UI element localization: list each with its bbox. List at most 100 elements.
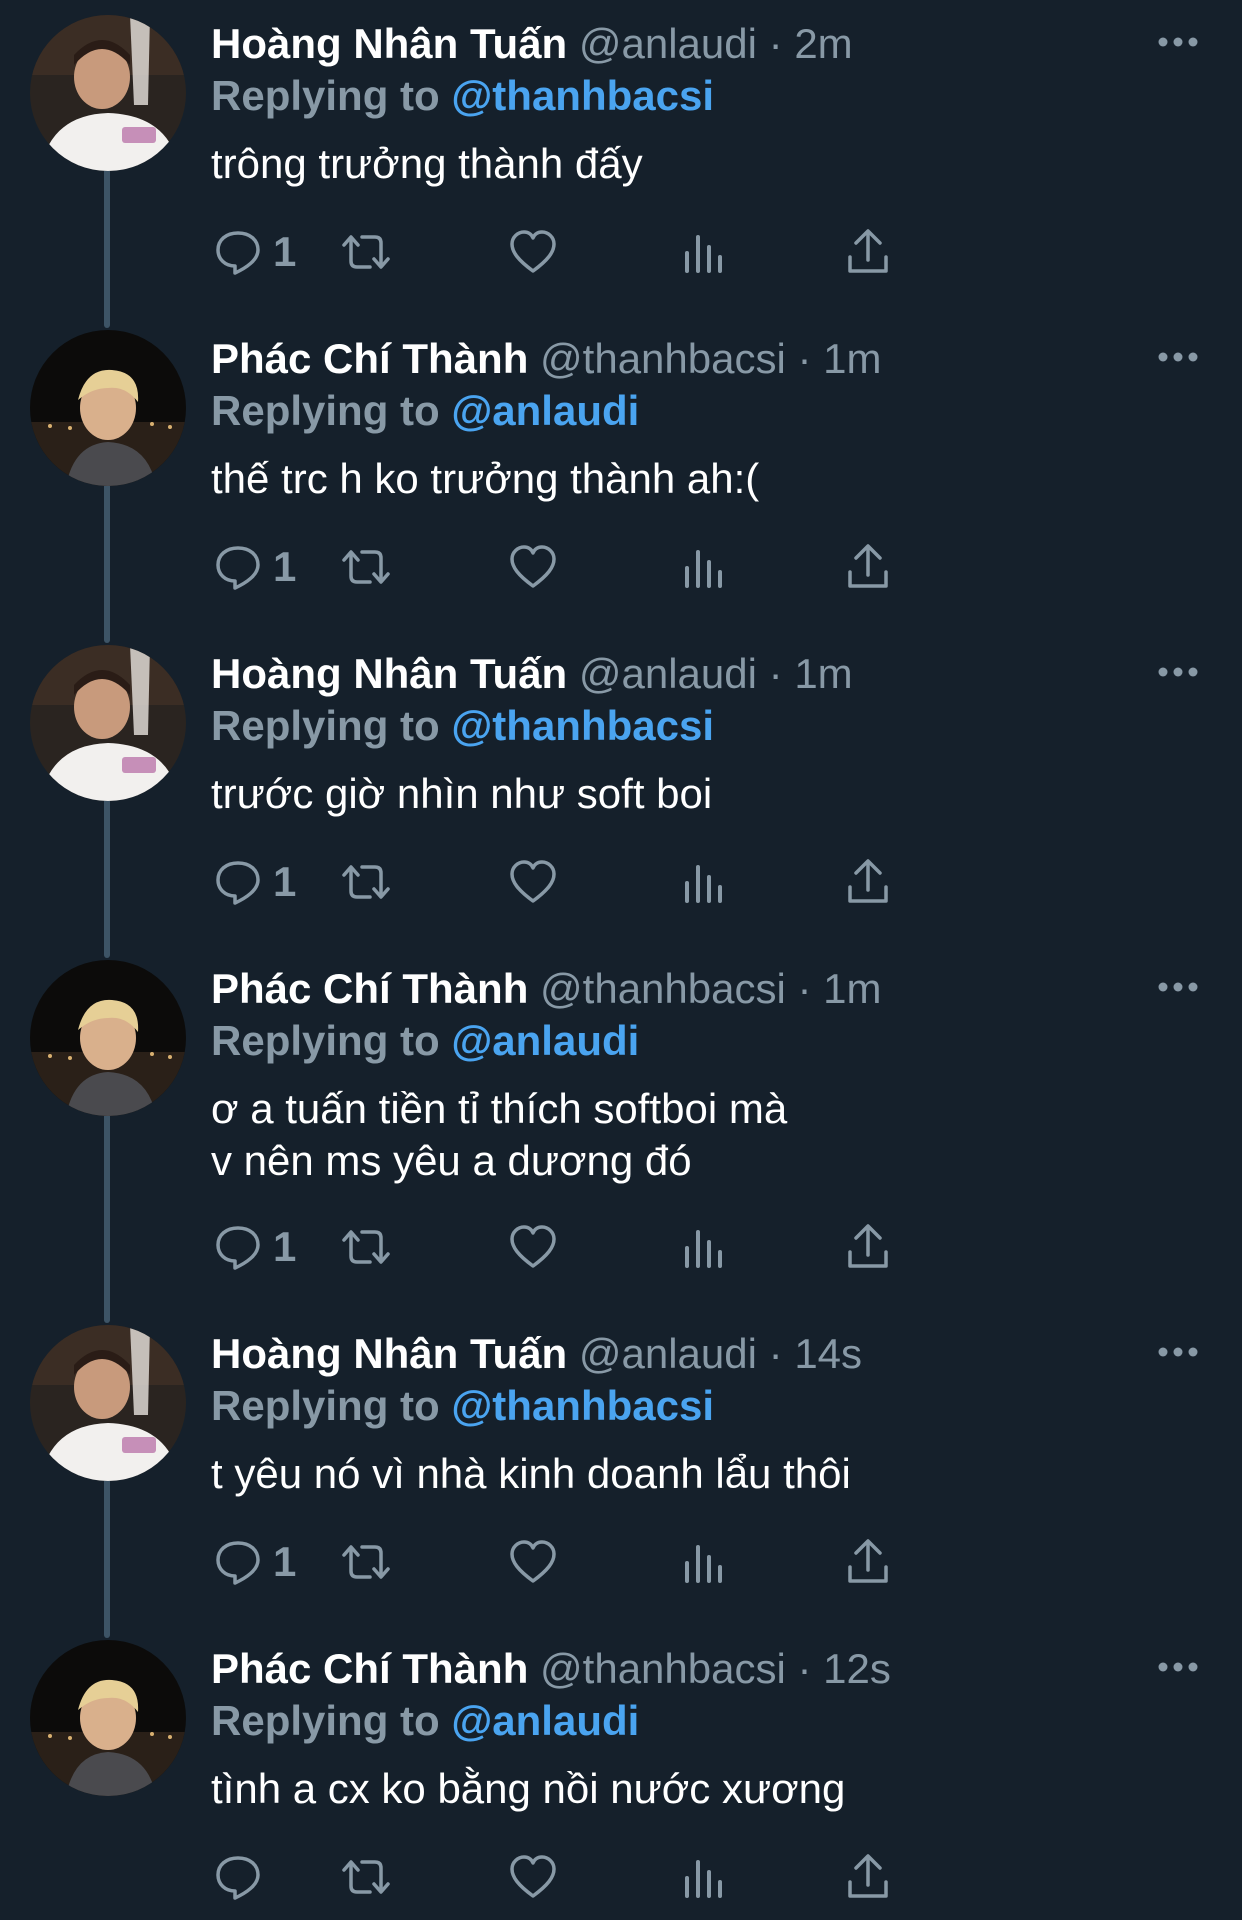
like-button[interactable]	[508, 852, 558, 912]
more-button[interactable]	[1155, 1657, 1201, 1677]
retweet-button[interactable]	[338, 1847, 394, 1907]
replying-to-handle-link[interactable]: @thanhbacsi	[451, 1382, 714, 1429]
avatar-photo-icon	[30, 15, 186, 171]
retweet-button[interactable]	[338, 537, 394, 597]
replying-to-handle-link[interactable]: @anlaudi	[451, 387, 639, 434]
tweet-text: trông trưởng thành đấy	[211, 140, 643, 187]
more-button[interactable]	[1155, 977, 1201, 997]
more-button[interactable]	[1155, 1342, 1201, 1362]
more-button[interactable]	[1155, 347, 1201, 367]
analytics-button[interactable]	[678, 1532, 728, 1592]
author-name[interactable]: Phác Chí Thành	[211, 965, 528, 1012]
replying-to-handle-link[interactable]: @anlaudi	[451, 1017, 639, 1064]
avatar[interactable]	[30, 960, 186, 1116]
like-button[interactable]	[508, 1532, 558, 1592]
avatar[interactable]	[30, 15, 186, 171]
author-handle[interactable]: @thanhbacsi	[540, 965, 786, 1012]
thread-connector-line	[104, 168, 110, 328]
analytics-button[interactable]	[678, 1847, 728, 1907]
replying-to-label: Replying to	[211, 1382, 440, 1429]
tweet[interactable]: Hoàng Nhân Tuấn @anlaudi · 14s Replying …	[0, 1310, 1242, 1638]
reply-bubble-icon	[216, 1856, 260, 1900]
tweet-text: ơ a tuấn tiền tỉ thích softboi mà v nên …	[211, 1085, 788, 1184]
avatar[interactable]	[30, 1640, 186, 1796]
tweet-header: Hoàng Nhân Tuấn @anlaudi · 14s	[211, 1328, 862, 1380]
tweet-actions	[205, 1847, 1105, 1907]
tweet[interactable]: Phác Chí Thành @thanhbacsi · 1m Replying…	[0, 315, 1242, 643]
like-button[interactable]	[508, 537, 558, 597]
author-handle[interactable]: @anlaudi	[579, 20, 757, 67]
avatar-photo-icon	[30, 960, 186, 1116]
reply-button[interactable]	[213, 1847, 273, 1907]
reply-button[interactable]: 1	[213, 852, 296, 912]
replying-to-handle-link[interactable]: @thanhbacsi	[451, 702, 714, 749]
author-name[interactable]: Phác Chí Thành	[211, 1645, 528, 1692]
timestamp[interactable]: 2m	[794, 20, 852, 67]
timestamp[interactable]: 1m	[823, 965, 881, 1012]
tweet-actions: 1	[205, 1217, 1105, 1277]
share-button[interactable]	[843, 537, 893, 597]
timestamp[interactable]: 12s	[823, 1645, 891, 1692]
analytics-button[interactable]	[678, 222, 728, 282]
retweet-button[interactable]	[338, 222, 394, 282]
author-handle[interactable]: @thanhbacsi	[540, 1645, 786, 1692]
reply-button[interactable]: 1	[213, 1217, 296, 1277]
replying-to-label: Replying to	[211, 387, 440, 434]
analytics-button[interactable]	[678, 1217, 728, 1277]
share-button[interactable]	[843, 1847, 893, 1907]
share-button[interactable]	[843, 222, 893, 282]
author-name[interactable]: Hoàng Nhân Tuấn	[211, 20, 567, 67]
like-button[interactable]	[508, 222, 558, 282]
timestamp[interactable]: 1m	[794, 650, 852, 697]
reply-button[interactable]: 1	[213, 1532, 296, 1592]
share-button[interactable]	[843, 852, 893, 912]
heart-icon	[510, 860, 556, 903]
avatar-photo-icon	[30, 645, 186, 801]
reply-button[interactable]: 1	[213, 537, 296, 597]
retweet-button[interactable]	[338, 1217, 394, 1277]
avatar[interactable]	[30, 1325, 186, 1481]
avatar[interactable]	[30, 645, 186, 801]
share-button[interactable]	[843, 1532, 893, 1592]
replying-to: Replying to @thanhbacsi	[211, 700, 714, 752]
tweet[interactable]: Phác Chí Thành @thanhbacsi · 12s Replyin…	[0, 1625, 1242, 1920]
analytics-button[interactable]	[678, 537, 728, 597]
author-handle[interactable]: @anlaudi	[579, 650, 757, 697]
tweet[interactable]: Hoàng Nhân Tuấn @anlaudi · 1m Replying t…	[0, 630, 1242, 958]
retweet-icon	[342, 865, 390, 899]
analytics-bars-icon	[685, 550, 722, 588]
retweet-button[interactable]	[338, 1532, 394, 1592]
share-button[interactable]	[843, 1217, 893, 1277]
replying-to: Replying to @anlaudi	[211, 1695, 639, 1747]
analytics-bars-icon	[685, 1860, 722, 1898]
author-handle[interactable]: @thanhbacsi	[540, 335, 786, 382]
more-dots-icon	[1158, 982, 1198, 992]
tweet[interactable]: Hoàng Nhân Tuấn @anlaudi · 2m Replying t…	[0, 0, 1242, 328]
tweet-text: thế trc h ko trưởng thành ah:(	[211, 455, 760, 502]
more-button[interactable]	[1155, 662, 1201, 682]
retweet-icon	[342, 550, 390, 584]
author-name[interactable]: Phác Chí Thành	[211, 335, 528, 382]
reply-button[interactable]: 1	[213, 222, 296, 282]
heart-icon	[510, 1540, 556, 1583]
more-button[interactable]	[1155, 32, 1201, 52]
tweet-actions: 1	[205, 1532, 1105, 1592]
like-button[interactable]	[508, 1847, 558, 1907]
avatar[interactable]	[30, 330, 186, 486]
like-button[interactable]	[508, 1217, 558, 1277]
replying-to-handle-link[interactable]: @anlaudi	[451, 1697, 639, 1744]
share-upload-icon	[848, 1539, 888, 1583]
replying-to-handle-link[interactable]: @thanhbacsi	[451, 72, 714, 119]
retweet-button[interactable]	[338, 852, 394, 912]
share-upload-icon	[848, 1224, 888, 1268]
reply-bubble-icon	[216, 1226, 260, 1270]
timestamp[interactable]: 14s	[794, 1330, 862, 1377]
analytics-button[interactable]	[678, 852, 728, 912]
replying-to-label: Replying to	[211, 1017, 440, 1064]
author-name[interactable]: Hoàng Nhân Tuấn	[211, 1330, 567, 1377]
author-name[interactable]: Hoàng Nhân Tuấn	[211, 650, 567, 697]
timestamp[interactable]: 1m	[823, 335, 881, 382]
share-upload-icon	[848, 229, 888, 273]
author-handle[interactable]: @anlaudi	[579, 1330, 757, 1377]
tweet[interactable]: Phác Chí Thành @thanhbacsi · 1m Replying…	[0, 945, 1242, 1323]
